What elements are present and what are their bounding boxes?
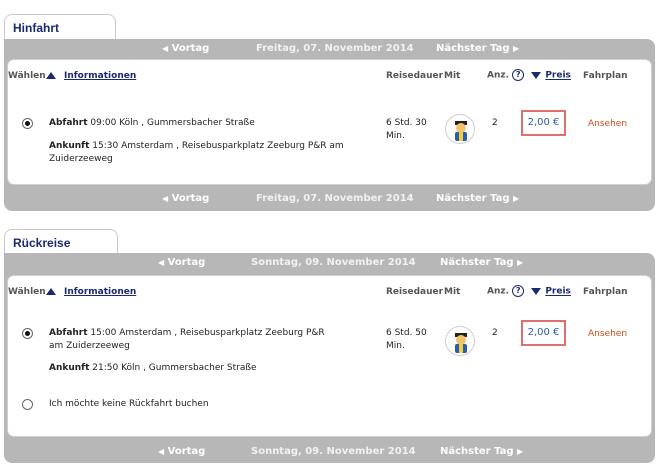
help-icon[interactable]: ? bbox=[512, 285, 525, 297]
col-waehlen: Wählen bbox=[8, 71, 56, 81]
rueckreise-price[interactable]: 2,00 € bbox=[521, 320, 566, 346]
no-return-radio[interactable] bbox=[22, 399, 33, 410]
rueckreise-select-radio[interactable] bbox=[22, 328, 33, 339]
col-reisedauer: Reisedauer bbox=[386, 71, 444, 81]
chevron-left-icon: ◀ bbox=[162, 44, 169, 53]
bus-driver-icon bbox=[445, 326, 475, 356]
col-informationen-link[interactable]: Informationen bbox=[64, 287, 136, 297]
hinfahrt-bottom-nav: ◀ Vortag Freitag, 07. November 2014 Näch… bbox=[4, 189, 655, 209]
no-return-label: Ich möchte keine Rückfahrt buchen bbox=[49, 399, 209, 409]
hinfahrt-abfahrt: Abfahrt 09:00 Köln , Gummersbacher Straß… bbox=[49, 118, 255, 128]
col-reisedauer: Reisedauer bbox=[386, 287, 444, 297]
prev-day-link[interactable]: ◀ Vortag bbox=[162, 193, 209, 204]
bus-driver-icon bbox=[445, 114, 475, 144]
rueckreise-section: Rückreise ◀ Vortag Sonntag, 09. November… bbox=[4, 229, 655, 464]
next-day-link[interactable]: Nächster Tag ▶ bbox=[440, 446, 523, 457]
chevron-right-icon: ▶ bbox=[513, 44, 520, 53]
rueckreise-duration: 6 Std. 50 Min. bbox=[386, 328, 427, 351]
chevron-right-icon: ▶ bbox=[513, 194, 520, 203]
hinfahrt-ankunft: Ankunft 15:30 Amsterdam , Reisebusparkpl… bbox=[49, 141, 344, 164]
col-mit: Mit bbox=[444, 287, 461, 297]
hinfahrt-tab-label: Hinfahrt bbox=[13, 21, 59, 35]
hinfahrt-fahrplan-link[interactable]: Ansehen bbox=[588, 119, 627, 129]
rueckreise-fahrplan-link[interactable]: Ansehen bbox=[588, 329, 627, 339]
hinfahrt-price[interactable]: 2,00 € bbox=[521, 110, 566, 136]
col-preis-link[interactable]: Preis bbox=[545, 287, 571, 297]
rueckreise-bottom-nav: ◀ Vortag Sonntag, 09. November 2014 Näch… bbox=[4, 442, 655, 462]
sort-down-icon[interactable] bbox=[531, 71, 542, 79]
hinfahrt-tab: Hinfahrt bbox=[4, 14, 116, 40]
hinfahrt-duration: 6 Std. 30 Min. bbox=[386, 118, 427, 141]
rueckreise-count: 2 bbox=[492, 328, 498, 338]
current-date: Sonntag, 09. November 2014 bbox=[251, 257, 416, 268]
col-mit: Mit bbox=[444, 71, 461, 81]
col-fahrplan: Fahrplan bbox=[583, 287, 628, 297]
next-day-link[interactable]: Nächster Tag ▶ bbox=[436, 43, 519, 54]
prev-day-link[interactable]: ◀ Vortag bbox=[162, 43, 209, 54]
col-anz: Anz. ? Preis bbox=[487, 285, 571, 297]
col-preis-link[interactable]: Preis bbox=[545, 71, 571, 81]
col-waehlen: Wählen bbox=[8, 287, 56, 297]
sort-up-icon[interactable] bbox=[45, 72, 56, 79]
chevron-left-icon: ◀ bbox=[158, 447, 165, 456]
rueckreise-tab: Rückreise bbox=[4, 229, 118, 255]
hinfahrt-select-radio[interactable] bbox=[22, 118, 33, 129]
hinfahrt-results: Wählen Informationen Reisedauer Mit Anz.… bbox=[7, 59, 652, 185]
chevron-right-icon: ▶ bbox=[517, 258, 524, 267]
next-day-link[interactable]: Nächster Tag ▶ bbox=[440, 257, 523, 268]
chevron-left-icon: ◀ bbox=[158, 258, 165, 267]
chevron-right-icon: ▶ bbox=[517, 447, 524, 456]
hinfahrt-count: 2 bbox=[492, 118, 498, 128]
rueckreise-abfahrt: Abfahrt 15:00 Amsterdam , Reisebusparkpl… bbox=[49, 328, 325, 351]
rueckreise-top-nav: ◀ Vortag Sonntag, 09. November 2014 Näch… bbox=[4, 253, 655, 273]
prev-day-link[interactable]: ◀ Vortag bbox=[158, 446, 205, 457]
hinfahrt-frame: ◀ Vortag Freitag, 07. November 2014 Näch… bbox=[4, 39, 655, 211]
prev-day-link[interactable]: ◀ Vortag bbox=[158, 257, 205, 268]
rueckreise-results: Wählen Informationen Reisedauer Mit Anz.… bbox=[7, 275, 652, 437]
hinfahrt-section: Hinfahrt ◀ Vortag Freitag, 07. November … bbox=[4, 14, 655, 214]
hinfahrt-top-nav: ◀ Vortag Freitag, 07. November 2014 Näch… bbox=[4, 39, 655, 59]
next-day-link[interactable]: Nächster Tag ▶ bbox=[436, 193, 519, 204]
col-fahrplan: Fahrplan bbox=[583, 71, 628, 81]
current-date: Freitag, 07. November 2014 bbox=[256, 43, 414, 54]
rueckreise-frame: ◀ Vortag Sonntag, 09. November 2014 Näch… bbox=[4, 253, 655, 463]
col-informationen-link[interactable]: Informationen bbox=[64, 71, 136, 81]
rueckreise-ankunft: Ankunft 21:50 Köln , Gummersbacher Straß… bbox=[49, 363, 257, 373]
rueckreise-tab-label: Rückreise bbox=[13, 236, 71, 250]
sort-down-icon[interactable] bbox=[531, 287, 542, 295]
current-date: Sonntag, 09. November 2014 bbox=[251, 446, 416, 457]
current-date: Freitag, 07. November 2014 bbox=[256, 193, 414, 204]
sort-up-icon[interactable] bbox=[45, 288, 56, 295]
help-icon[interactable]: ? bbox=[512, 69, 525, 81]
chevron-left-icon: ◀ bbox=[162, 194, 169, 203]
col-anz: Anz. ? Preis bbox=[487, 69, 571, 81]
